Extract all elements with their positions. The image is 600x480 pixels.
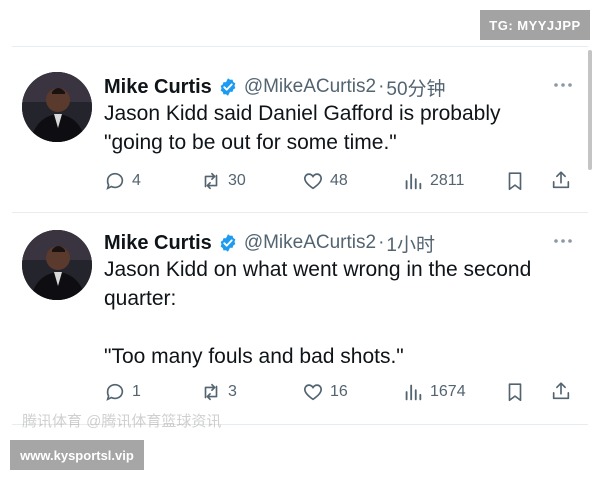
views-icon	[405, 173, 422, 190]
bookmark-icon[interactable]	[504, 381, 526, 403]
views-icon	[405, 384, 422, 401]
verified-badge-icon	[220, 234, 236, 252]
tweet-header: Mike Curtis @MikeACurtis2 · 50分钟	[104, 72, 446, 102]
like-count: 16	[330, 383, 348, 400]
verified-badge-icon	[220, 78, 236, 96]
avatar[interactable]	[22, 230, 92, 300]
views-count: 1674	[430, 383, 466, 400]
repost-button[interactable]: 3	[200, 378, 237, 406]
tweet-text-line: "Too many fouls and bad shots."	[104, 345, 404, 368]
tweet-card[interactable]: Mike Curtis @MikeACurtis2 · 50分钟 Jason K…	[0, 72, 600, 202]
tweet-card[interactable]: Mike Curtis @MikeACurtis2 · 1小时 Jason Ki…	[0, 228, 600, 408]
reply-button[interactable]: 4	[104, 167, 141, 195]
tweet-text: Jason Kidd said Daniel Gafford is probab…	[104, 99, 574, 157]
avatar[interactable]	[22, 72, 92, 142]
like-button[interactable]: 48	[302, 167, 348, 195]
avatar-photo	[22, 230, 92, 300]
reply-count: 4	[132, 172, 141, 189]
repost-icon	[204, 383, 218, 401]
author-handle[interactable]: @MikeACurtis2	[244, 76, 376, 98]
tweet-actions: 4 30 48 2811	[104, 167, 574, 195]
repost-count: 3	[228, 383, 237, 400]
more-options-icon[interactable]	[552, 78, 574, 92]
tg-watermark-badge: TG: MYYJJPP	[480, 10, 590, 40]
tweet-text: Jason Kidd on what went wrong in the sec…	[104, 255, 574, 371]
timestamp[interactable]: 50分钟	[386, 74, 445, 101]
tweet-text-line: "going to be out for some time."	[104, 131, 397, 154]
like-icon	[304, 384, 322, 401]
like-icon	[304, 173, 322, 190]
tweet-header: Mike Curtis @MikeACurtis2 · 1小时	[104, 228, 435, 258]
author-name[interactable]: Mike Curtis	[104, 232, 212, 255]
tweet-text-line	[104, 313, 574, 342]
author-name[interactable]: Mike Curtis	[104, 76, 212, 99]
reply-icon	[106, 383, 124, 401]
share-icon[interactable]	[550, 380, 572, 402]
feed-divider-top	[12, 46, 588, 47]
tweet-text-line: Jason Kidd on what went wrong in the sec…	[104, 258, 532, 281]
timestamp[interactable]: 1小时	[386, 230, 435, 257]
bookmark-icon[interactable]	[504, 170, 526, 192]
separator-dot: ·	[378, 76, 385, 97]
tweet-divider	[12, 212, 588, 213]
repost-icon	[204, 172, 218, 190]
like-button[interactable]: 16	[302, 378, 348, 406]
separator-dot: ·	[378, 232, 385, 253]
reply-count: 1	[132, 383, 141, 400]
tweet-text-line: Jason Kidd said Daniel Gafford is probab…	[104, 102, 501, 125]
repost-button[interactable]: 30	[200, 167, 246, 195]
repost-count: 30	[228, 172, 246, 189]
reply-button[interactable]: 1	[104, 378, 141, 406]
reply-icon	[106, 172, 124, 190]
tweet-actions: 1 3 16 1674	[104, 378, 574, 406]
avatar-photo	[22, 72, 92, 142]
views-button[interactable]: 1674	[402, 378, 466, 406]
like-count: 48	[330, 172, 348, 189]
author-handle[interactable]: @MikeACurtis2	[244, 232, 376, 254]
more-options-icon[interactable]	[552, 234, 574, 248]
views-button[interactable]: 2811	[402, 167, 464, 195]
tweet-text-line: quarter:	[104, 287, 177, 310]
watermark-text: 腾讯体育 @腾讯体育篮球资讯	[22, 413, 222, 430]
site-watermark-badge: www.kysportsl.vip	[10, 440, 144, 470]
views-count: 2811	[430, 172, 465, 189]
share-icon[interactable]	[550, 169, 572, 191]
